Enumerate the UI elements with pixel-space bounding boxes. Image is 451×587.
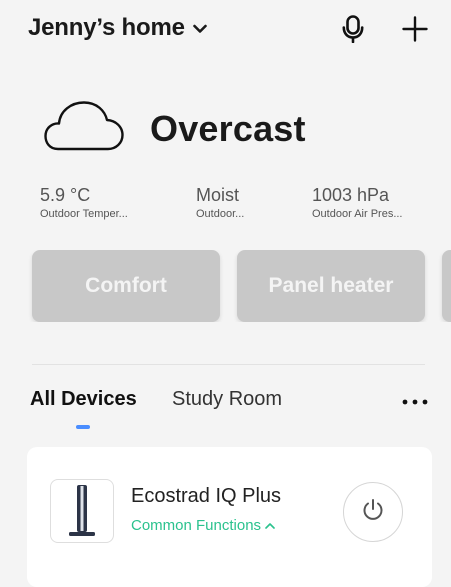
more-tabs-button[interactable] — [398, 390, 432, 412]
microphone-button[interactable] — [336, 14, 370, 48]
stat-label: Outdoor... — [196, 208, 245, 220]
scene-label: Panel heater — [268, 274, 394, 297]
header: Jenny’s home — [0, 0, 451, 62]
common-functions-label: Common Functions — [131, 517, 262, 534]
add-button[interactable] — [398, 14, 432, 48]
scene-card-partial[interactable] — [442, 250, 451, 322]
chevron-down-icon — [192, 21, 207, 39]
home-selector[interactable]: Jenny’s home — [28, 14, 207, 42]
active-tab-indicator — [76, 425, 90, 429]
stat-value: 5.9 °C — [40, 185, 91, 205]
room-tabs: All Devices Study Room — [0, 388, 451, 438]
weather-condition: Overcast — [150, 107, 306, 149]
outdoor-humidity: Moist Outdoor... — [196, 185, 276, 220]
stat-label: Outdoor Temper... — [40, 208, 128, 220]
tab-study-room[interactable]: Study Room — [172, 388, 282, 411]
scene-label: Comfort — [85, 274, 167, 297]
outdoor-temperature: 5.9 °C Outdoor Temper... — [40, 185, 160, 220]
stat-value: 1003 hPa — [312, 185, 390, 205]
power-button[interactable] — [343, 482, 403, 542]
common-functions-toggle[interactable]: Common Functions — [131, 517, 275, 534]
scene-card-comfort[interactable]: Comfort — [32, 250, 220, 322]
home-title: Jenny’s home — [28, 14, 185, 41]
chevron-up-icon — [265, 516, 275, 533]
more-horizontal-icon — [402, 392, 428, 410]
power-icon — [360, 497, 386, 528]
device-image — [50, 479, 114, 543]
device-name: Ecostrad IQ Plus — [131, 485, 282, 507]
microphone-icon — [342, 14, 364, 48]
cloud-icon — [44, 100, 124, 157]
device-card[interactable]: Ecostrad IQ Plus Common Functions — [27, 447, 432, 587]
weather-summary: Overcast — [44, 100, 306, 157]
stat-label: Outdoor Air Pres... — [312, 208, 403, 220]
scene-card-panel-heater[interactable]: Panel heater — [237, 250, 425, 322]
scene-carousel[interactable]: Comfort Panel heater — [0, 250, 451, 322]
plus-icon — [402, 15, 428, 47]
section-divider — [32, 364, 425, 365]
stat-value: Moist — [196, 185, 240, 205]
outdoor-air-pressure: 1003 hPa Outdoor Air Pres... — [312, 185, 437, 220]
tab-all-devices[interactable]: All Devices — [30, 388, 137, 411]
